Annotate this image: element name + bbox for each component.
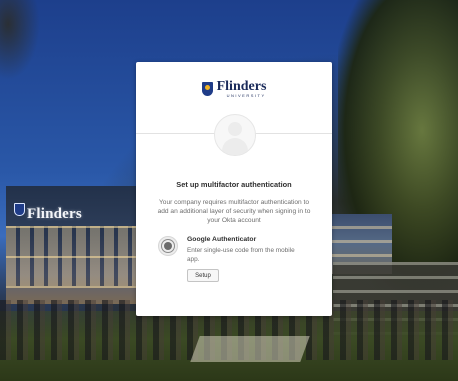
avatar-body-shape	[222, 138, 248, 155]
university-shield-icon	[201, 82, 213, 96]
building-sign-shield-icon	[14, 203, 25, 216]
university-logo: Flinders UNIVERSITY	[136, 76, 332, 102]
factor-name: Google Authenticator	[187, 236, 257, 243]
user-avatar-icon	[214, 114, 256, 156]
building-floor-light	[6, 256, 138, 258]
page-description: Your company requires multifactor authen…	[157, 199, 311, 224]
logo-wordmark: Flinders UNIVERSITY	[217, 80, 267, 98]
page-title: Set up multifactor authentication	[176, 180, 292, 189]
campus-building	[6, 186, 138, 304]
tree-silhouette-left	[0, 0, 40, 80]
google-authenticator-icon	[158, 236, 178, 256]
building-floor-light	[6, 286, 138, 288]
building-window-row	[332, 226, 392, 229]
lit-pathway	[190, 336, 310, 362]
logo-name: Flinders	[216, 79, 267, 94]
setup-button[interactable]: Setup	[187, 269, 219, 282]
factor-description: Enter single-use code from the mobile ap…	[187, 247, 295, 263]
logo-subtitle: UNIVERSITY	[226, 93, 266, 98]
building-window-row	[332, 254, 392, 257]
building-sign-text: Flinders	[27, 206, 82, 222]
building-window-row	[332, 240, 392, 243]
mfa-setup-card: Flinders UNIVERSITY Set up multifactor a…	[136, 62, 332, 316]
avatar-head-shape	[228, 122, 242, 136]
building-floor-light	[6, 226, 138, 228]
